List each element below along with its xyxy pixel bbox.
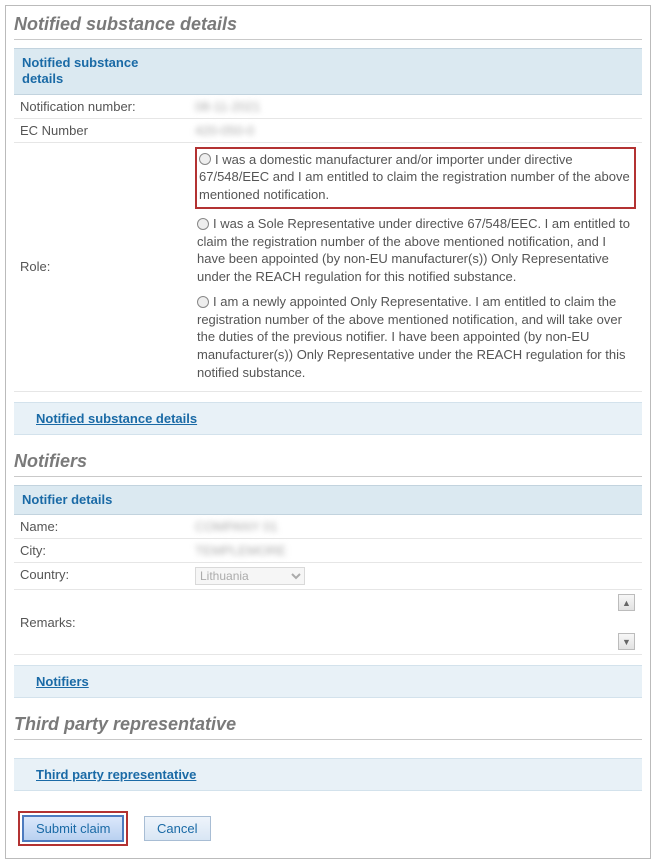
link-bar-notified-substance: Notified substance details [14, 402, 642, 435]
submit-claim-button[interactable]: Submit claim [22, 815, 124, 842]
notified-substance-form: Notification number: 08-11-2021 EC Numbe… [14, 95, 642, 393]
role-label: Role: [14, 142, 189, 392]
remarks-box: ▲ ▼ [195, 594, 636, 650]
notification-number-label: Notification number: [14, 95, 189, 119]
ec-number-label: EC Number [14, 118, 189, 142]
role-option-only-representative[interactable]: I am a newly appointed Only Representati… [195, 291, 636, 387]
name-value: COMPANY 01 [195, 519, 278, 534]
remarks-scrollbar: ▲ ▼ [618, 594, 636, 650]
name-label: Name: [14, 515, 189, 539]
cancel-button[interactable]: Cancel [144, 816, 210, 841]
sub-header-row: Notified substance details [14, 48, 642, 95]
section-title-third-party: Third party representative [14, 712, 642, 740]
radio-icon[interactable] [197, 218, 209, 230]
role-option-domestic-manufacturer[interactable]: I was a domestic manufacturer and/or imp… [195, 147, 636, 210]
link-bar-third-party: Third party representative [14, 758, 642, 791]
radio-icon[interactable] [197, 296, 209, 308]
submit-claim-highlight: Submit claim [18, 811, 128, 846]
section-title-notified-substance: Notified substance details [14, 12, 642, 40]
role-option-text: I am a newly appointed Only Representati… [197, 294, 625, 379]
scroll-up-icon[interactable]: ▲ [618, 594, 635, 611]
remarks-label: Remarks: [14, 590, 189, 655]
ec-number-value: 420-050-0 [195, 123, 254, 138]
notifier-form: Name: COMPANY 01 City: TEMPLEMORE Countr… [14, 515, 642, 655]
third-party-representative-link[interactable]: Third party representative [36, 767, 196, 782]
scroll-down-icon[interactable]: ▼ [618, 633, 635, 650]
sub-header-notifier-details: Notifier details [14, 485, 642, 515]
notifiers-link[interactable]: Notifiers [36, 674, 89, 689]
button-row: Submit claim Cancel [14, 805, 642, 848]
role-option-text: I was a domestic manufacturer and/or imp… [199, 152, 630, 202]
notified-substance-details-link[interactable]: Notified substance details [36, 411, 197, 426]
country-select: Lithuania [195, 567, 305, 585]
section-notified-substance: Notified substance details Notified subs… [14, 12, 642, 435]
section-third-party: Third party representative Third party r… [14, 712, 642, 791]
radio-icon[interactable] [199, 153, 211, 165]
section-title-notifiers: Notifiers [14, 449, 642, 477]
city-value: TEMPLEMORE [195, 543, 286, 558]
sub-header-notified-substance: Notified substance details [14, 49, 184, 94]
form-panel: Notified substance details Notified subs… [5, 5, 651, 859]
remarks-textarea[interactable] [195, 594, 614, 650]
role-option-text: I was a Sole Representative under direct… [197, 216, 630, 284]
section-notifiers: Notifiers Notifier details Name: COMPANY… [14, 449, 642, 698]
country-label: Country: [14, 563, 189, 590]
role-options-cell: I was a domestic manufacturer and/or imp… [189, 142, 642, 392]
role-option-sole-representative[interactable]: I was a Sole Representative under direct… [195, 213, 636, 291]
city-label: City: [14, 539, 189, 563]
link-bar-notifiers: Notifiers [14, 665, 642, 698]
notification-number-value: 08-11-2021 [195, 99, 261, 114]
